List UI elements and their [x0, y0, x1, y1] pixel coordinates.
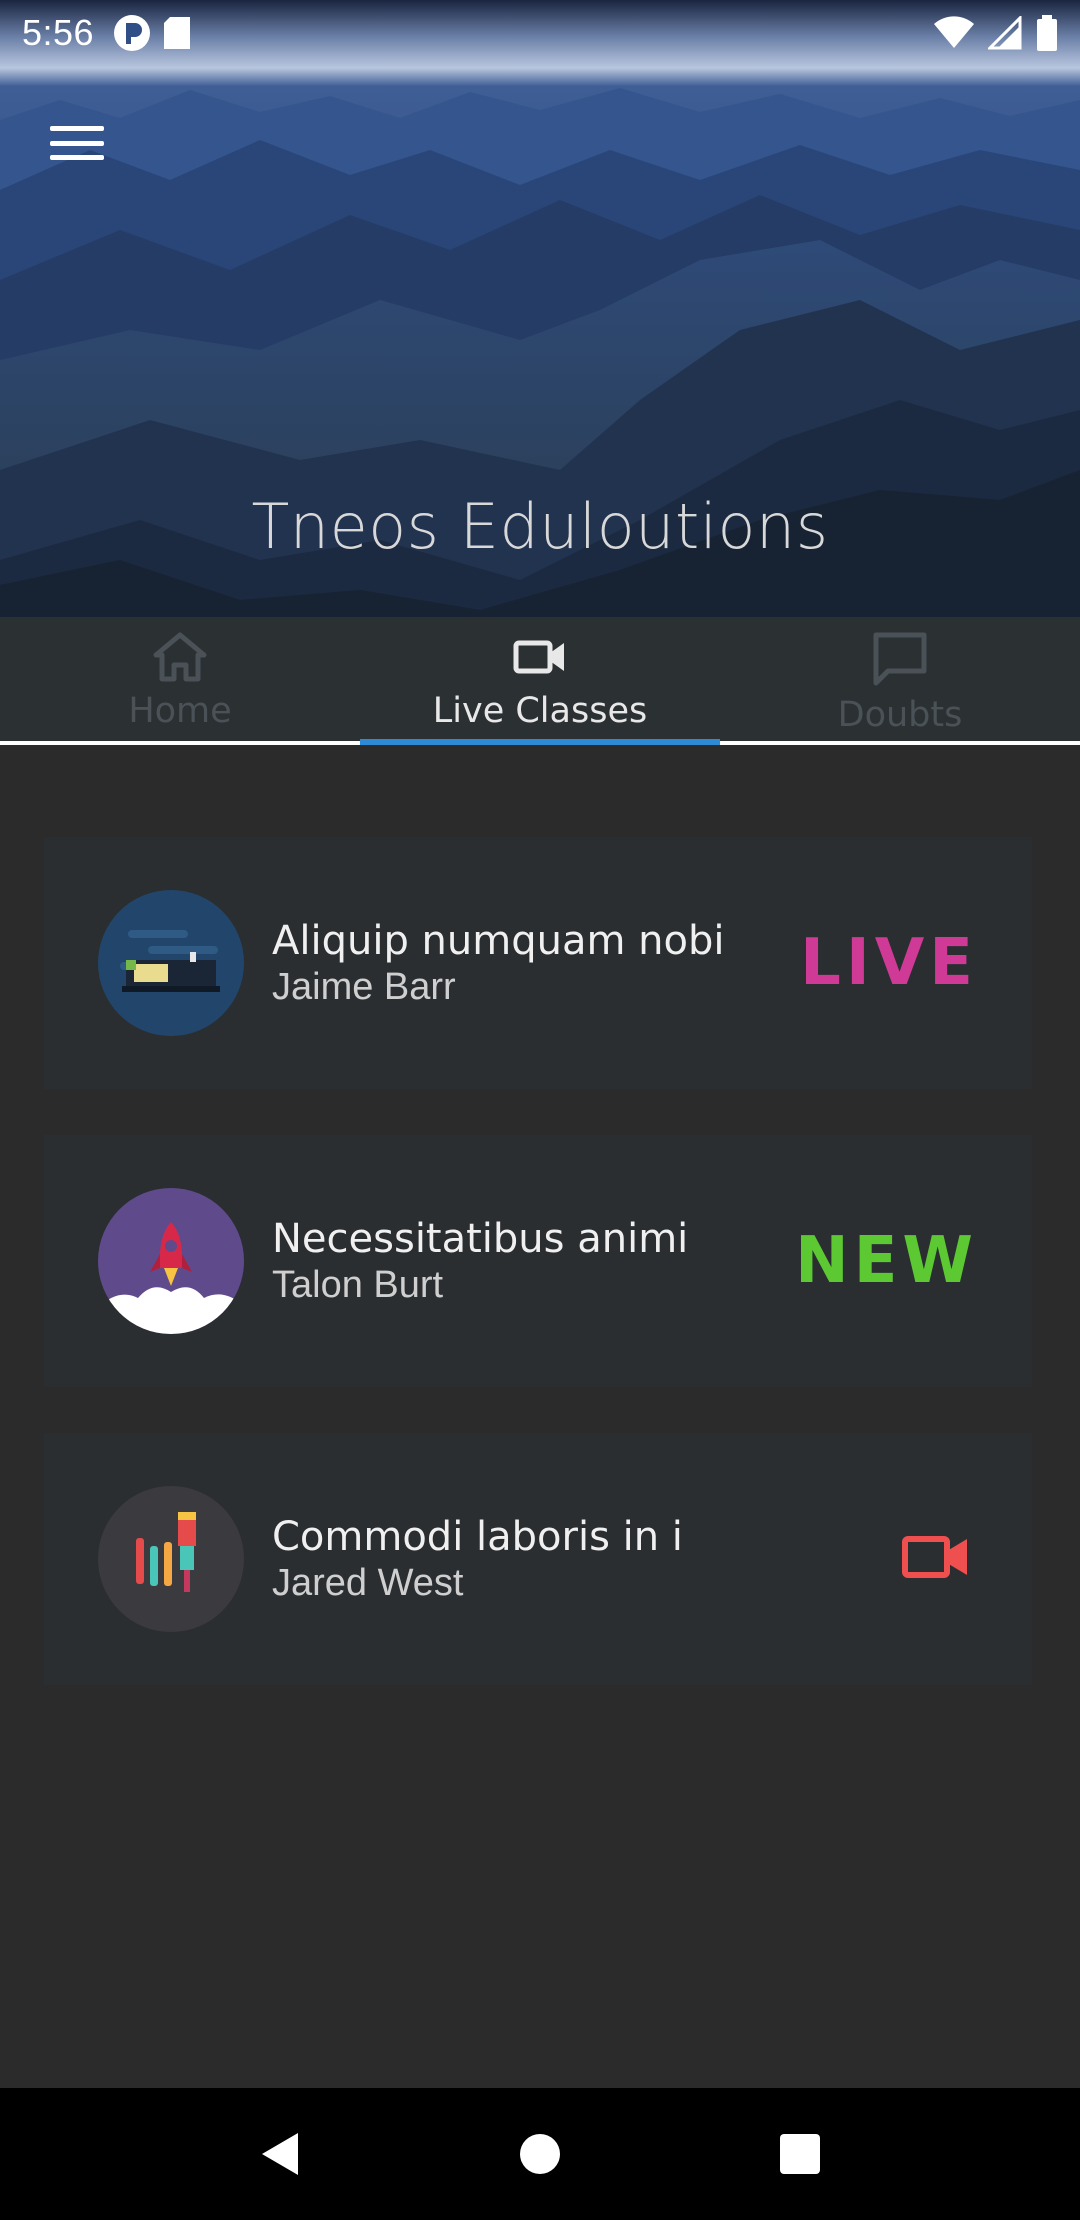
status-time: 5:56 — [22, 12, 95, 53]
signal-icon — [988, 16, 1022, 50]
video-camera-icon — [902, 1535, 967, 1578]
class-instructor: Jared West — [272, 1562, 464, 1604]
sd-card-icon — [164, 17, 191, 49]
battery-icon — [1037, 15, 1057, 51]
live-badge: LIVE — [800, 926, 978, 1000]
recents-button[interactable] — [755, 2109, 845, 2199]
class-title: Aliquip numquam nobi — [272, 918, 725, 964]
app-title: Tneos Eduloutions — [251, 490, 829, 563]
sleeping-bed-illustration — [98, 890, 244, 1036]
notification-app-icon — [114, 15, 151, 51]
class-card[interactable]: Commodi laboris in i Jared West — [44, 1433, 1032, 1685]
tab-home[interactable]: Home — [0, 617, 360, 741]
header-banner: 5:56 Tneos Eduloutions — [0, 0, 1080, 617]
home-nav-button[interactable] — [495, 2109, 585, 2199]
system-navigation-bar — [0, 2088, 1080, 2220]
back-button[interactable] — [235, 2109, 325, 2199]
home-icon — [153, 632, 207, 682]
class-instructor: Talon Burt — [272, 1264, 444, 1306]
rocket-launch-illustration — [98, 1188, 244, 1334]
tab-live-classes[interactable]: Live Classes — [360, 617, 720, 745]
menu-button[interactable] — [44, 118, 110, 168]
video-camera-icon — [513, 640, 564, 674]
class-title: Necessitatibus animi — [272, 1216, 689, 1262]
class-card[interactable]: Necessitatibus animi Talon Burt NEW — [44, 1135, 1032, 1387]
art-supplies-illustration — [98, 1486, 244, 1632]
recorded-video-button[interactable] — [902, 1531, 970, 1588]
hamburger-icon — [50, 126, 104, 131]
status-bar: 5:56 — [0, 0, 1080, 66]
class-title: Commodi laboris in i — [272, 1514, 683, 1560]
tab-label: Live Classes — [432, 691, 648, 731]
tab-label: Doubts — [837, 695, 963, 735]
live-classes-list: Aliquip numquam nobi Jaime Barr LIVE Nec… — [0, 745, 1080, 2088]
class-avatar — [98, 1486, 244, 1632]
tab-bar: Home Live Classes Doubts — [0, 617, 1080, 745]
class-avatar — [98, 890, 244, 1036]
tab-label: Home — [128, 691, 232, 731]
class-instructor: Jaime Barr — [272, 966, 456, 1008]
tab-doubts[interactable]: Doubts — [720, 617, 1080, 741]
wifi-icon — [934, 16, 974, 48]
back-triangle-icon — [262, 2133, 298, 2175]
class-avatar — [98, 1188, 244, 1334]
recents-square-icon — [780, 2134, 820, 2174]
class-card[interactable]: Aliquip numquam nobi Jaime Barr LIVE — [44, 837, 1032, 1089]
home-circle-icon — [520, 2134, 560, 2174]
new-badge: NEW — [795, 1224, 978, 1298]
chat-bubble-icon — [873, 632, 927, 686]
